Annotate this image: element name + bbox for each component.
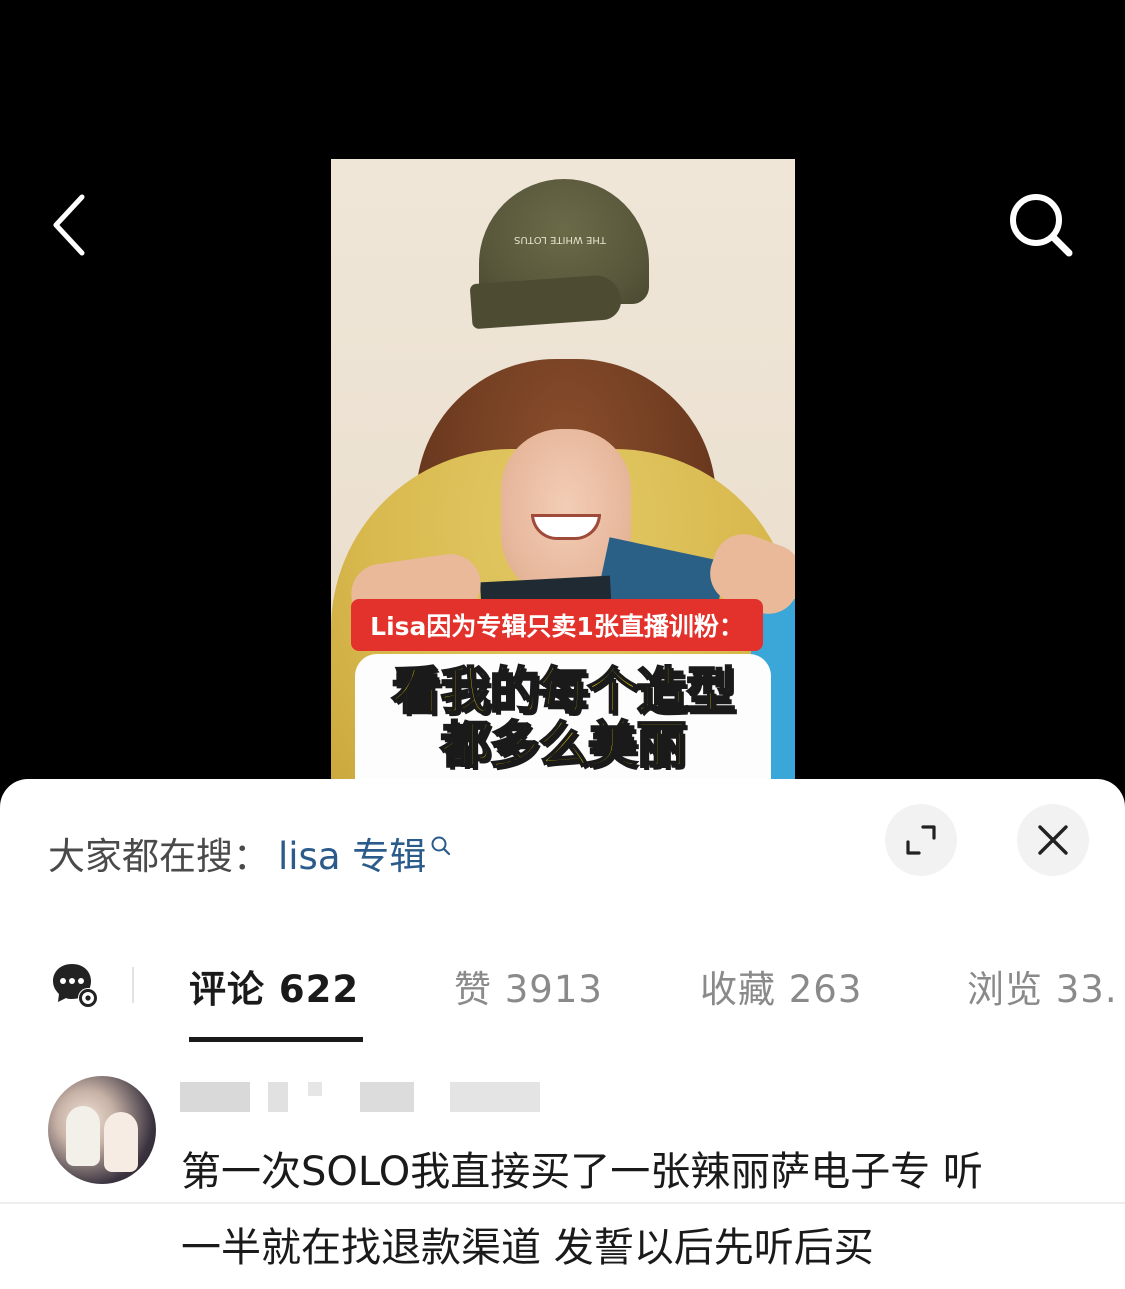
- comment-text-line2: 一半就在找退款渠道 发誓以后先听后买: [181, 1225, 874, 1271]
- close-icon: [1038, 825, 1068, 855]
- tab-views[interactable]: 浏览 33.: [967, 959, 1118, 1013]
- comments-sheet: 大家都在搜： lisa 专辑 评论 622 赞 3913 收藏 263 浏览 3…: [0, 779, 1125, 1289]
- avatar-figure: [66, 1106, 100, 1166]
- avatar-figure: [104, 1112, 138, 1172]
- tab-likes[interactable]: 赞 3913: [454, 959, 603, 1013]
- tab-favorites[interactable]: 收藏 263: [700, 959, 862, 1013]
- active-tab-indicator: [189, 1037, 363, 1042]
- cap-logo-text: THE WHITE LOTUS: [514, 234, 606, 245]
- comment-settings-button[interactable]: [50, 960, 100, 1010]
- video-caption-line1: 看我的每个造型: [391, 662, 737, 720]
- trending-search-hint[interactable]: 大家都在搜： lisa 专辑: [48, 827, 452, 879]
- comment-text: 第一次SOLO我直接买了一张辣丽萨电子专 听 一半就在找退款渠道 发誓以后先听后…: [181, 1134, 1081, 1286]
- video-player[interactable]: THE WHITE LOTUS Lisa因为专辑只卖1张直播训粉： 看我的每个造…: [331, 159, 795, 799]
- expand-icon: [906, 825, 936, 855]
- tab-comments[interactable]: 评论 622: [189, 959, 359, 1013]
- search-small-icon: [431, 836, 451, 856]
- search-button[interactable]: [1002, 186, 1082, 266]
- video-caption-line2: 都多么美丽: [440, 716, 688, 774]
- video-caption: 看我的每个造型 都多么美丽: [355, 662, 771, 774]
- tabs-divider: [132, 967, 134, 1003]
- expand-button[interactable]: [885, 804, 957, 876]
- trending-search-keyword[interactable]: lisa 专辑: [278, 826, 426, 880]
- video-cap-brim: [469, 273, 623, 330]
- comment-item: 第一次SOLO我直接买了一张辣丽萨电子专 听 一半就在找退款渠道 发誓以后先听后…: [0, 1074, 1125, 1289]
- close-button[interactable]: [1017, 804, 1089, 876]
- screen: THE WHITE LOTUS Lisa因为专辑只卖1张直播训粉： 看我的每个造…: [0, 0, 1125, 1289]
- trending-search-label: 大家都在搜：: [48, 835, 270, 878]
- back-button[interactable]: [40, 185, 104, 265]
- comment-text-line1: 第一次SOLO我直接买了一张辣丽萨电子专 听: [181, 1149, 983, 1195]
- search-icon: [1010, 194, 1073, 257]
- video-headline-banner: Lisa因为专辑只卖1张直播训粉：: [351, 599, 763, 651]
- stats-tabs: 评论 622 赞 3913 收藏 263 浏览 33.: [0, 939, 1125, 1204]
- avatar[interactable]: [48, 1076, 156, 1184]
- chevron-left-icon: [53, 194, 85, 256]
- chat-settings-icon: [53, 964, 98, 1008]
